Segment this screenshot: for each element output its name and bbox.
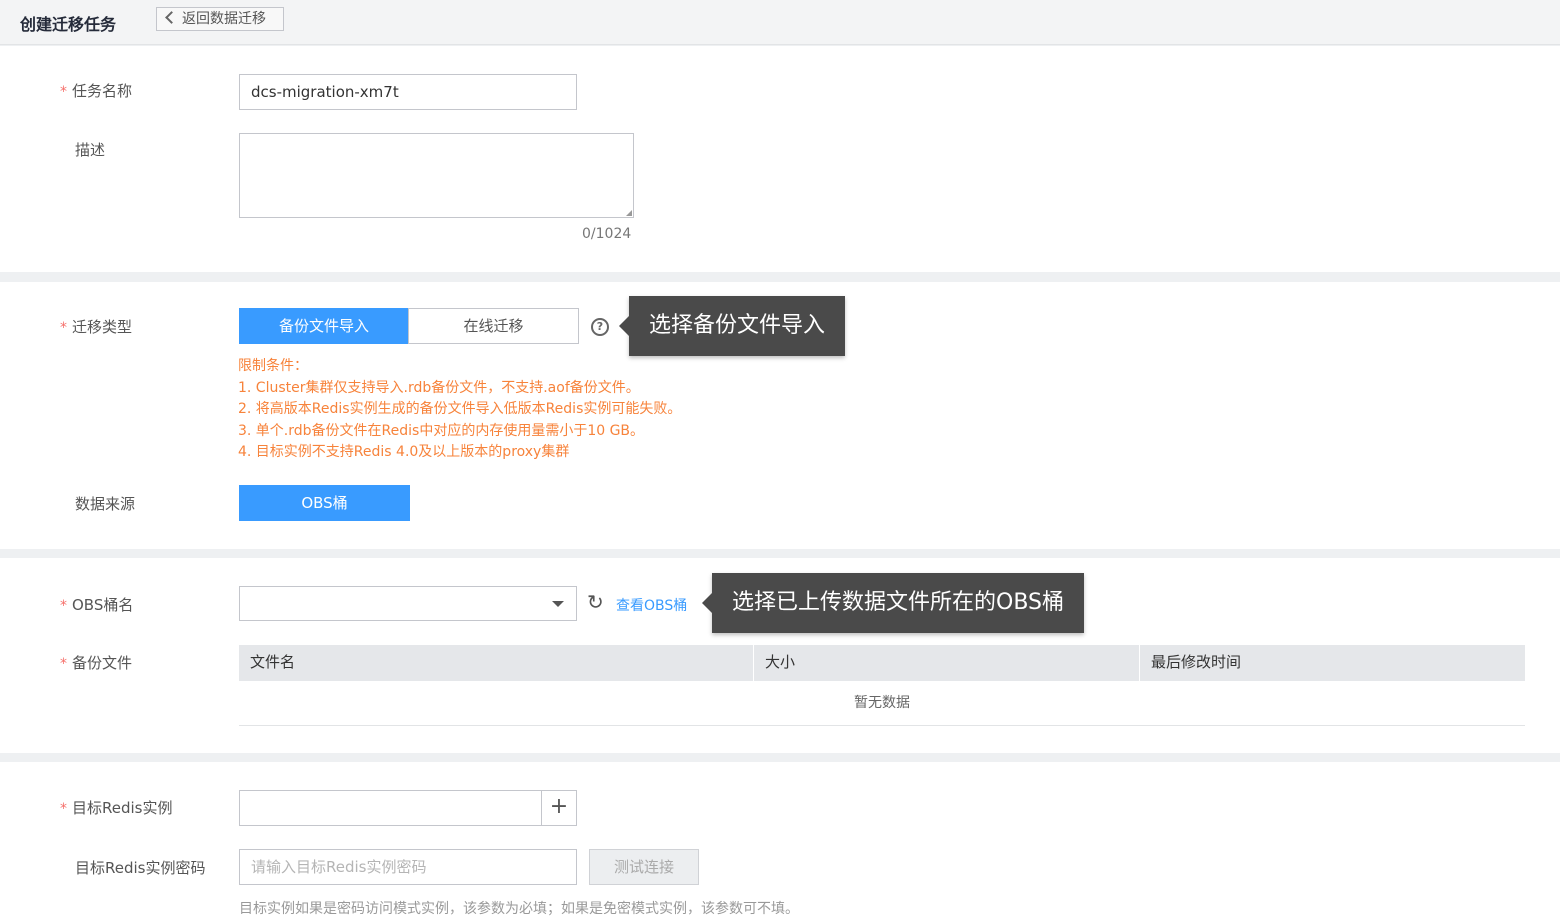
test-connection-button[interactable]: 测试连接	[589, 849, 699, 885]
option-backup-import[interactable]: 备份文件导入	[239, 308, 409, 344]
data-source-label: 数据来源	[75, 495, 136, 513]
refresh-icon[interactable]: ↻	[587, 592, 604, 612]
restriction-item: 2. 将高版本Redis实例生成的备份文件导入低版本Redis实例可能失败。	[238, 401, 682, 417]
resize-grip-icon[interactable]	[626, 210, 632, 216]
password-hint: 目标实例如果是密码访问模式实例，该参数为必填；如果是免密模式实例，该参数可不填。	[239, 901, 799, 917]
restriction-item: 1. Cluster集群仅支持导入.rdb备份文件，不支持.aof备份文件。	[238, 379, 640, 396]
data-source-obs-button[interactable]: OBS桶	[239, 485, 410, 521]
task-name-label: * 任务名称	[60, 82, 133, 100]
restriction-title: 限制条件：	[238, 358, 308, 374]
target-instance-input[interactable]	[239, 790, 543, 826]
required-mark: *	[60, 801, 67, 817]
migration-type-label: * 迁移类型	[60, 318, 133, 336]
description-textarea[interactable]	[239, 133, 634, 218]
top-bar: 创建迁移任务 返回数据迁移	[0, 0, 1560, 45]
target-password-input[interactable]	[239, 849, 577, 885]
add-instance-button[interactable]: +	[541, 790, 577, 826]
chevron-down-icon	[552, 601, 564, 607]
back-button-label: 返回数据迁移	[182, 11, 266, 27]
required-mark: *	[60, 84, 67, 100]
plus-icon: +	[549, 794, 569, 819]
table-header: 文件名 大小 最后修改时间	[239, 645, 1525, 681]
question-circle-icon[interactable]: ?	[591, 318, 609, 336]
view-obs-bucket-link[interactable]: 查看OBS桶	[616, 595, 687, 615]
table-empty-text: 暂无数据	[239, 681, 1525, 726]
restriction-list: 限制条件： 1. Cluster集群仅支持导入.rdb备份文件，不支持.aof备…	[238, 356, 681, 464]
option-online-migration[interactable]: 在线迁移	[408, 308, 579, 344]
description-label: 描述	[75, 141, 106, 159]
page-title: 创建迁移任务	[20, 15, 117, 34]
chevron-left-icon	[165, 11, 178, 24]
restriction-item: 4. 目标实例不支持Redis 4.0及以上版本的proxy集群	[238, 444, 570, 460]
tooltip-backup-import: 选择备份文件导入	[618, 296, 846, 356]
target-password-label: 目标Redis实例密码	[75, 859, 206, 877]
restriction-item: 3. 单个.rdb备份文件在Redis中对应的内存使用量需小于10 GB。	[238, 422, 645, 439]
required-mark: *	[60, 598, 67, 614]
obs-bucket-label: * OBS桶名	[60, 596, 134, 614]
target-section	[0, 762, 1560, 920]
obs-bucket-select[interactable]	[239, 586, 577, 621]
task-name-input[interactable]	[239, 74, 577, 110]
required-mark: *	[60, 656, 67, 672]
required-mark: *	[60, 320, 67, 336]
basic-info-section	[0, 46, 1560, 272]
backup-file-table: 文件名 大小 最后修改时间 暂无数据	[239, 645, 1525, 726]
column-last-modified[interactable]: 最后修改时间	[1139, 645, 1525, 681]
backup-file-label: * 备份文件	[60, 654, 133, 672]
tooltip-obs-bucket: 选择已上传数据文件所在的OBS桶	[702, 573, 1084, 633]
column-file-name[interactable]: 文件名	[239, 645, 753, 681]
column-size[interactable]: 大小	[753, 645, 1139, 681]
back-button[interactable]: 返回数据迁移	[156, 7, 284, 31]
target-instance-label: * 目标Redis实例	[60, 799, 173, 817]
description-counter: 0/1024	[582, 226, 632, 242]
